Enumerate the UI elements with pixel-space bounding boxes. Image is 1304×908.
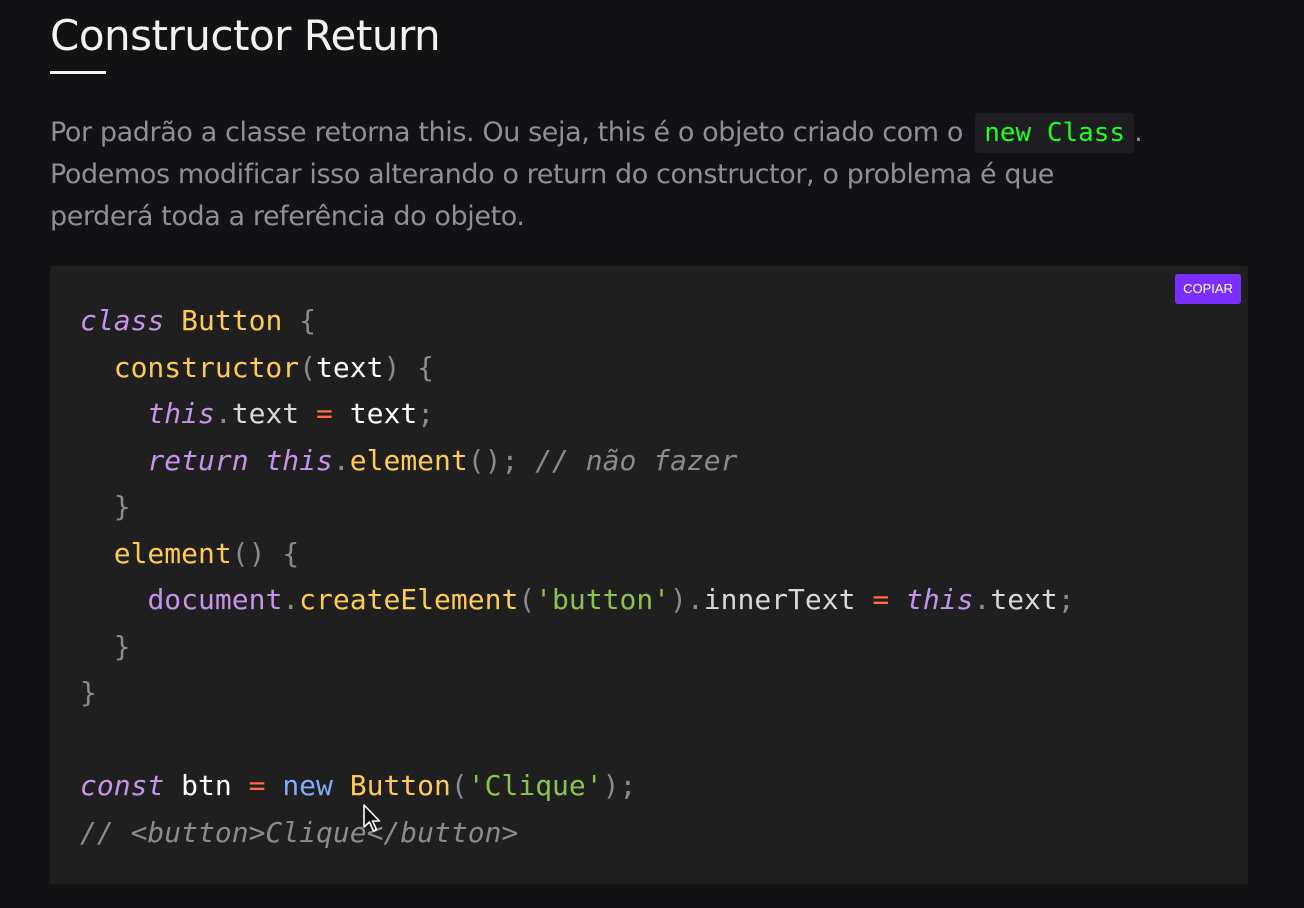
- token-constructor: constructor: [113, 350, 300, 384]
- token-string: 'button': [535, 583, 671, 616]
- code-line-5: }: [113, 490, 131, 523]
- code-line-8: }: [113, 629, 131, 663]
- intro-text-before: Por padrão a classe retorna this. Ou sej…: [50, 117, 964, 148]
- code-line-7: document.createElement('button').innerTe…: [147, 583, 1075, 616]
- title-underline: [50, 71, 106, 74]
- code-line-9: }: [80, 676, 97, 709]
- token-new: new: [282, 769, 333, 802]
- token-class-name: Button: [349, 769, 451, 802]
- code-line-2: constructor(text) {: [113, 350, 435, 384]
- token-this: this: [147, 397, 215, 430]
- token-string: 'Clique': [467, 769, 603, 802]
- token-return: return: [147, 443, 249, 477]
- token-keyword: class: [80, 304, 165, 337]
- page-title: Constructor Return: [50, 11, 441, 60]
- token-variable: btn: [181, 769, 232, 802]
- token-comment: // <button>Clique</button>: [80, 815, 519, 849]
- token-const: const: [80, 769, 165, 802]
- token-this: this: [906, 583, 974, 616]
- code-line-6: element() {: [113, 536, 300, 570]
- token-property: text: [231, 397, 300, 430]
- token-method: element: [349, 443, 468, 477]
- intro-paragraph: Por padrão a classe retorna this. Ou sej…: [50, 112, 1160, 238]
- copy-button[interactable]: COPIAR: [1175, 274, 1241, 304]
- code-line-1: class Button {: [80, 304, 317, 337]
- code-line-11: const btn = new Button('Clique');: [80, 769, 637, 802]
- code-content: class Button { constructor(text) { this.…: [80, 298, 1075, 856]
- inline-code: new Class: [975, 113, 1135, 153]
- token-property: innerText: [703, 583, 856, 616]
- token-comment: // não fazer: [535, 443, 738, 477]
- token-param: text: [316, 350, 384, 384]
- token-this: this: [265, 443, 333, 477]
- token-method: element: [113, 536, 232, 570]
- code-line-3: this.text = text;: [147, 397, 435, 430]
- token-variable: text: [349, 397, 418, 430]
- token-class-name: Button: [181, 304, 283, 337]
- code-line-4: return this.element(); // não fazer: [147, 443, 738, 477]
- token-property: text: [990, 583, 1058, 616]
- code-line-12: // <button>Clique</button>: [80, 810, 1075, 857]
- mouse-cursor-icon: [363, 804, 381, 832]
- token-method: createElement: [299, 583, 519, 616]
- token-object: document: [147, 583, 283, 616]
